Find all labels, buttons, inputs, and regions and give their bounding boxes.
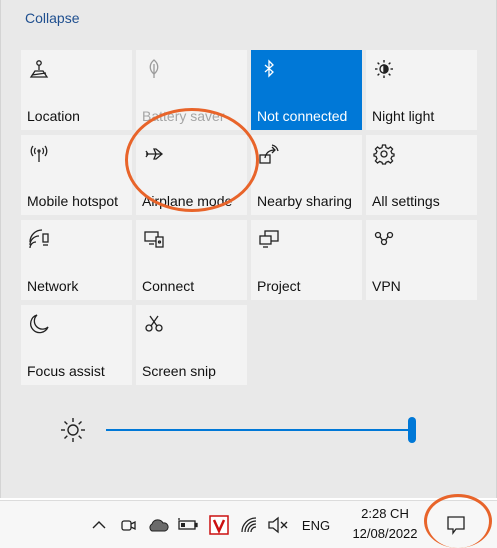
action-center-panel: Collapse Location Battery saver Not conn… (0, 0, 497, 498)
tile-bluetooth[interactable]: Not connected (251, 50, 362, 130)
taskbar: ENG 2:28 CH 12/08/2022 (0, 500, 497, 548)
tile-network[interactable]: Network (21, 220, 132, 300)
tile-mobile-hotspot[interactable]: Mobile hotspot (21, 135, 132, 215)
bluetooth-icon (258, 58, 280, 80)
tile-project[interactable]: Project (251, 220, 362, 300)
vpn-icon (373, 228, 395, 250)
tile-label: Airplane mode (142, 193, 233, 209)
tile-label: Network (27, 278, 79, 294)
volume-muted-icon[interactable] (266, 501, 290, 548)
meet-now-icon[interactable] (116, 501, 140, 548)
brightness-control (59, 412, 429, 448)
chevron-up-icon[interactable] (88, 501, 110, 548)
tile-location[interactable]: Location (21, 50, 132, 130)
action-center-icon[interactable] (440, 501, 472, 548)
airplane-icon (143, 143, 165, 165)
battery-icon[interactable] (176, 501, 200, 548)
system-clock[interactable]: 2:28 CH 12/08/2022 (344, 504, 426, 544)
nearby-sharing-icon (258, 143, 280, 165)
connect-icon (143, 228, 165, 250)
tile-label: Mobile hotspot (27, 193, 119, 209)
battery-saver-icon (143, 58, 165, 80)
tile-label: Nearby sharing (257, 193, 352, 209)
mobile-hotspot-icon (28, 143, 50, 165)
scissors-icon (143, 313, 165, 335)
tile-airplane-mode[interactable]: Airplane mode (136, 135, 247, 215)
tile-label: Connect (142, 278, 195, 294)
tile-nearby-sharing[interactable]: Nearby sharing (251, 135, 362, 215)
tile-night-light[interactable]: Night light (366, 50, 477, 130)
tile-label: Night light (372, 108, 435, 124)
tile-connect[interactable]: Connect (136, 220, 247, 300)
tile-label: Screen snip (142, 363, 216, 379)
brightness-sun-icon (59, 416, 87, 444)
tile-label: Focus assist (27, 363, 105, 379)
tile-focus-assist[interactable]: Focus assist (21, 305, 132, 385)
tile-label: VPN (372, 278, 401, 294)
onedrive-cloud-icon[interactable] (146, 501, 170, 548)
tile-battery-saver[interactable]: Battery saver (136, 50, 247, 130)
gear-icon (373, 143, 395, 165)
moon-icon (28, 313, 50, 335)
night-light-icon (373, 58, 395, 80)
project-icon (258, 228, 280, 250)
tile-screen-snip[interactable]: Screen snip (136, 305, 247, 385)
tile-label: Battery saver (142, 108, 225, 124)
tile-label: All settings (372, 193, 440, 209)
brightness-slider-track[interactable] (106, 429, 412, 431)
network-icon (28, 228, 50, 250)
brightness-slider-thumb[interactable] (408, 417, 416, 443)
antivirus-v-icon[interactable] (207, 501, 231, 548)
tile-all-settings[interactable]: All settings (366, 135, 477, 215)
language-indicator[interactable]: ENG (296, 501, 336, 548)
wifi-icon[interactable] (238, 501, 262, 548)
tile-vpn[interactable]: VPN (366, 220, 477, 300)
quick-actions-grid: Location Battery saver Not connected Nig… (21, 50, 477, 385)
clock-date: 12/08/2022 (352, 526, 418, 541)
collapse-link[interactable]: Collapse (25, 10, 79, 26)
location-icon (28, 58, 50, 80)
tile-label: Not connected (257, 108, 348, 124)
tile-label: Project (257, 278, 301, 294)
tile-label: Location (27, 108, 80, 124)
clock-time: 2:28 CH (361, 506, 409, 521)
